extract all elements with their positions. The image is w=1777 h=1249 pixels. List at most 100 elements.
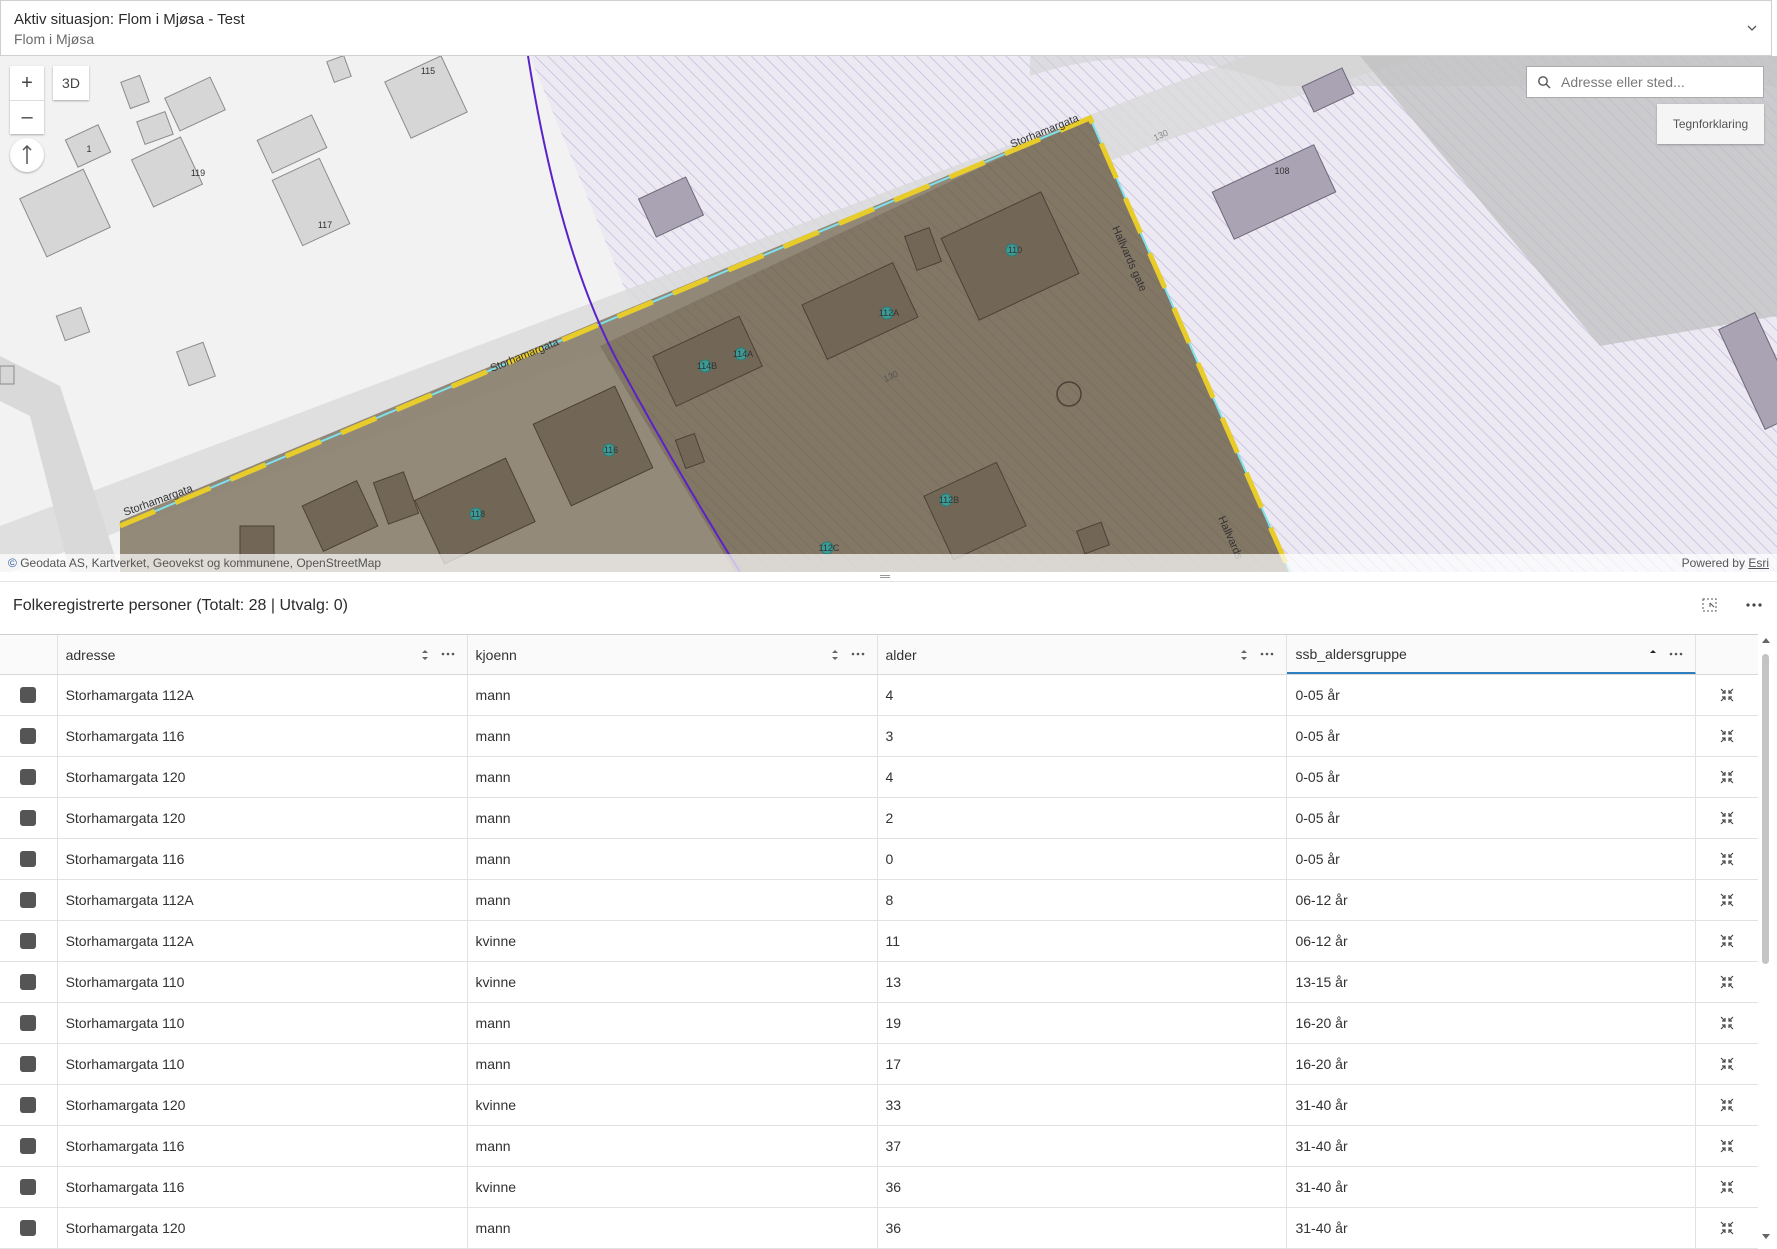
scrollbar-thumb[interactable]: [1762, 654, 1769, 964]
column-header-kjoenn[interactable]: kjoenn: [468, 635, 878, 674]
table-row[interactable]: Storhamargata 110 kvinne 13 13-15 år: [0, 962, 1758, 1003]
column-header-alder[interactable]: alder: [878, 635, 1288, 674]
zoom-to-feature-icon[interactable]: [1719, 1056, 1735, 1072]
zoom-out-button[interactable]: –: [10, 100, 44, 134]
table-row[interactable]: Storhamargata 112A mann 8 06-12 år: [0, 880, 1758, 921]
row-zoom-to[interactable]: [1696, 1208, 1758, 1248]
table-row[interactable]: Storhamargata 112A kvinne 11 06-12 år: [0, 921, 1758, 962]
sort-icon[interactable]: [1240, 648, 1248, 662]
esri-link[interactable]: Esri: [1748, 556, 1769, 570]
row-checkbox[interactable]: [20, 892, 37, 908]
table-row[interactable]: Storhamargata 120 mann 4 0-05 år: [0, 757, 1758, 798]
row-checkbox[interactable]: [20, 1056, 37, 1072]
row-checkbox[interactable]: [20, 1220, 37, 1236]
chevron-down-icon[interactable]: [1745, 21, 1759, 35]
row-zoom-to[interactable]: [1696, 1126, 1758, 1166]
zoom-to-feature-icon[interactable]: [1719, 974, 1735, 990]
row-zoom-to[interactable]: [1696, 1044, 1758, 1084]
row-zoom-to[interactable]: [1696, 1085, 1758, 1125]
column-header-ssb-aldersgruppe[interactable]: ssb_aldersgruppe: [1287, 635, 1697, 674]
search-input[interactable]: [1561, 74, 1751, 90]
drag-handle-icon[interactable]: [880, 575, 890, 578]
zoom-to-feature-icon[interactable]: [1719, 892, 1735, 908]
row-select[interactable]: [0, 1044, 58, 1084]
table-scrollbar[interactable]: [1760, 634, 1772, 1243]
row-checkbox[interactable]: [20, 1015, 37, 1031]
address-search[interactable]: [1526, 66, 1764, 98]
row-zoom-to[interactable]: [1696, 880, 1758, 920]
row-select[interactable]: [0, 880, 58, 920]
column-menu-icon[interactable]: [1260, 652, 1274, 656]
row-zoom-to[interactable]: [1696, 1167, 1758, 1207]
row-zoom-to[interactable]: [1696, 716, 1758, 756]
row-select[interactable]: [0, 962, 58, 1002]
more-options-icon[interactable]: [1745, 602, 1763, 608]
scroll-up-icon[interactable]: [1761, 636, 1771, 644]
zoom-to-feature-icon[interactable]: [1719, 1015, 1735, 1031]
row-checkbox[interactable]: [20, 1179, 37, 1195]
row-select[interactable]: [0, 839, 58, 879]
row-checkbox[interactable]: [20, 1138, 37, 1154]
row-checkbox[interactable]: [20, 933, 37, 949]
row-select[interactable]: [0, 675, 58, 715]
table-row[interactable]: Storhamargata 116 mann 3 0-05 år: [0, 716, 1758, 757]
table-row[interactable]: Storhamargata 112A mann 4 0-05 år: [0, 675, 1758, 716]
table-row[interactable]: Storhamargata 116 mann 0 0-05 år: [0, 839, 1758, 880]
sort-ascending-icon[interactable]: [1649, 648, 1657, 662]
row-checkbox[interactable]: [20, 687, 37, 703]
row-select[interactable]: [0, 1126, 58, 1166]
table-row[interactable]: Storhamargata 110 mann 19 16-20 år: [0, 1003, 1758, 1044]
zoom-in-button[interactable]: +: [10, 66, 44, 100]
row-select[interactable]: [0, 1003, 58, 1043]
scroll-down-icon[interactable]: [1761, 1233, 1771, 1241]
zoom-to-feature-icon[interactable]: [1719, 769, 1735, 785]
row-checkbox[interactable]: [20, 974, 37, 990]
zoom-to-feature-icon[interactable]: [1719, 933, 1735, 949]
row-select[interactable]: [0, 757, 58, 797]
situation-header[interactable]: Aktiv situasjon: Flom i Mjøsa - Test Flo…: [0, 0, 1772, 56]
column-menu-icon[interactable]: [1669, 652, 1683, 656]
zoom-to-feature-icon[interactable]: [1719, 851, 1735, 867]
zoom-to-feature-icon[interactable]: [1719, 1138, 1735, 1154]
zoom-to-feature-icon[interactable]: [1719, 1097, 1735, 1113]
sort-icon[interactable]: [831, 648, 839, 662]
row-zoom-to[interactable]: [1696, 1003, 1758, 1043]
row-checkbox[interactable]: [20, 769, 37, 785]
table-row[interactable]: Storhamargata 116 kvinne 36 31-40 år: [0, 1167, 1758, 1208]
row-zoom-to[interactable]: [1696, 921, 1758, 961]
row-select[interactable]: [0, 921, 58, 961]
zoom-to-feature-icon[interactable]: [1719, 728, 1735, 744]
zoom-to-feature-icon[interactable]: [1719, 1179, 1735, 1195]
sort-icon[interactable]: [421, 648, 429, 662]
row-checkbox[interactable]: [20, 1097, 37, 1113]
zoom-to-feature-icon[interactable]: [1719, 810, 1735, 826]
table-row[interactable]: Storhamargata 120 mann 2 0-05 år: [0, 798, 1758, 839]
column-menu-icon[interactable]: [851, 652, 865, 656]
panel-splitter[interactable]: [0, 572, 1777, 582]
column-menu-icon[interactable]: [441, 652, 455, 656]
row-select[interactable]: [0, 1085, 58, 1125]
row-zoom-to[interactable]: [1696, 675, 1758, 715]
row-select[interactable]: [0, 798, 58, 838]
row-zoom-to[interactable]: [1696, 839, 1758, 879]
legend-button[interactable]: Tegnforklaring: [1657, 104, 1764, 144]
row-select[interactable]: [0, 1167, 58, 1207]
map-view[interactable]: 115 1 119 117 108 110 112A 114A 114B 116…: [0, 56, 1777, 572]
compass-button[interactable]: [10, 138, 44, 172]
row-select[interactable]: [0, 716, 58, 756]
zoom-to-feature-icon[interactable]: [1719, 687, 1735, 703]
table-row[interactable]: Storhamargata 120 kvinne 33 31-40 år: [0, 1085, 1758, 1126]
table-row[interactable]: Storhamargata 116 mann 37 31-40 år: [0, 1126, 1758, 1167]
row-checkbox[interactable]: [20, 728, 37, 744]
toggle-3d-button[interactable]: 3D: [53, 66, 89, 100]
row-zoom-to[interactable]: [1696, 962, 1758, 1002]
table-row[interactable]: Storhamargata 110 mann 17 16-20 år: [0, 1044, 1758, 1085]
column-header-adresse[interactable]: adresse: [58, 635, 468, 674]
row-checkbox[interactable]: [20, 810, 37, 826]
row-select[interactable]: [0, 1208, 58, 1248]
row-checkbox[interactable]: [20, 851, 37, 867]
zoom-to-selection-icon[interactable]: [1701, 596, 1719, 614]
row-zoom-to[interactable]: [1696, 757, 1758, 797]
row-zoom-to[interactable]: [1696, 798, 1758, 838]
zoom-to-feature-icon[interactable]: [1719, 1220, 1735, 1236]
